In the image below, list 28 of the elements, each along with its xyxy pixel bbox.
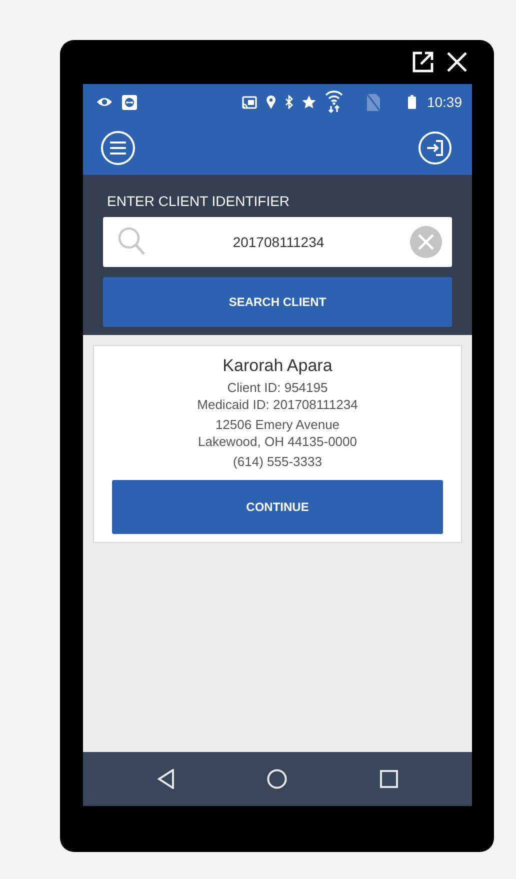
sign-in-button[interactable] <box>418 130 452 164</box>
remote-control-icon <box>122 94 137 110</box>
cast-icon <box>242 96 257 108</box>
client-detail: Lakewood, OH 44135-0000 <box>196 433 358 450</box>
continue-button[interactable]: CONTINUE <box>112 480 443 534</box>
search-field[interactable]: 201708111234 <box>155 233 402 251</box>
bluetooth-icon <box>284 95 293 109</box>
pop-out-button[interactable] <box>412 51 434 73</box>
search-field[interactable]: 201708111234 <box>103 217 452 267</box>
eye-icon <box>96 96 113 108</box>
client-name: Karorah Apara <box>222 356 334 376</box>
client-detail: Client ID: 954195 <box>226 379 329 396</box>
menu-button[interactable] <box>100 130 136 166</box>
no-sim-icon <box>366 94 380 110</box>
search-client-button[interactable]: SEARCH CLIENT <box>103 277 452 327</box>
field-label: ENTER CLIENT IDENTIFIER <box>107 193 291 209</box>
wifi-data-icon <box>324 90 343 114</box>
status-time: 10:39 <box>426 94 462 110</box>
recents-button[interactable] <box>380 770 398 788</box>
back-button[interactable] <box>157 769 176 789</box>
client-detail: Medicaid ID: 201708111234 <box>196 396 359 413</box>
client-detail: (614) 555-3333 <box>232 453 323 470</box>
battery-icon <box>408 95 416 109</box>
star-icon <box>302 95 316 109</box>
location-pin-icon <box>266 95 276 109</box>
client-detail: 12506 Emery Avenue <box>214 416 341 433</box>
home-button[interactable] <box>267 769 288 789</box>
close-button[interactable] <box>446 51 468 73</box>
